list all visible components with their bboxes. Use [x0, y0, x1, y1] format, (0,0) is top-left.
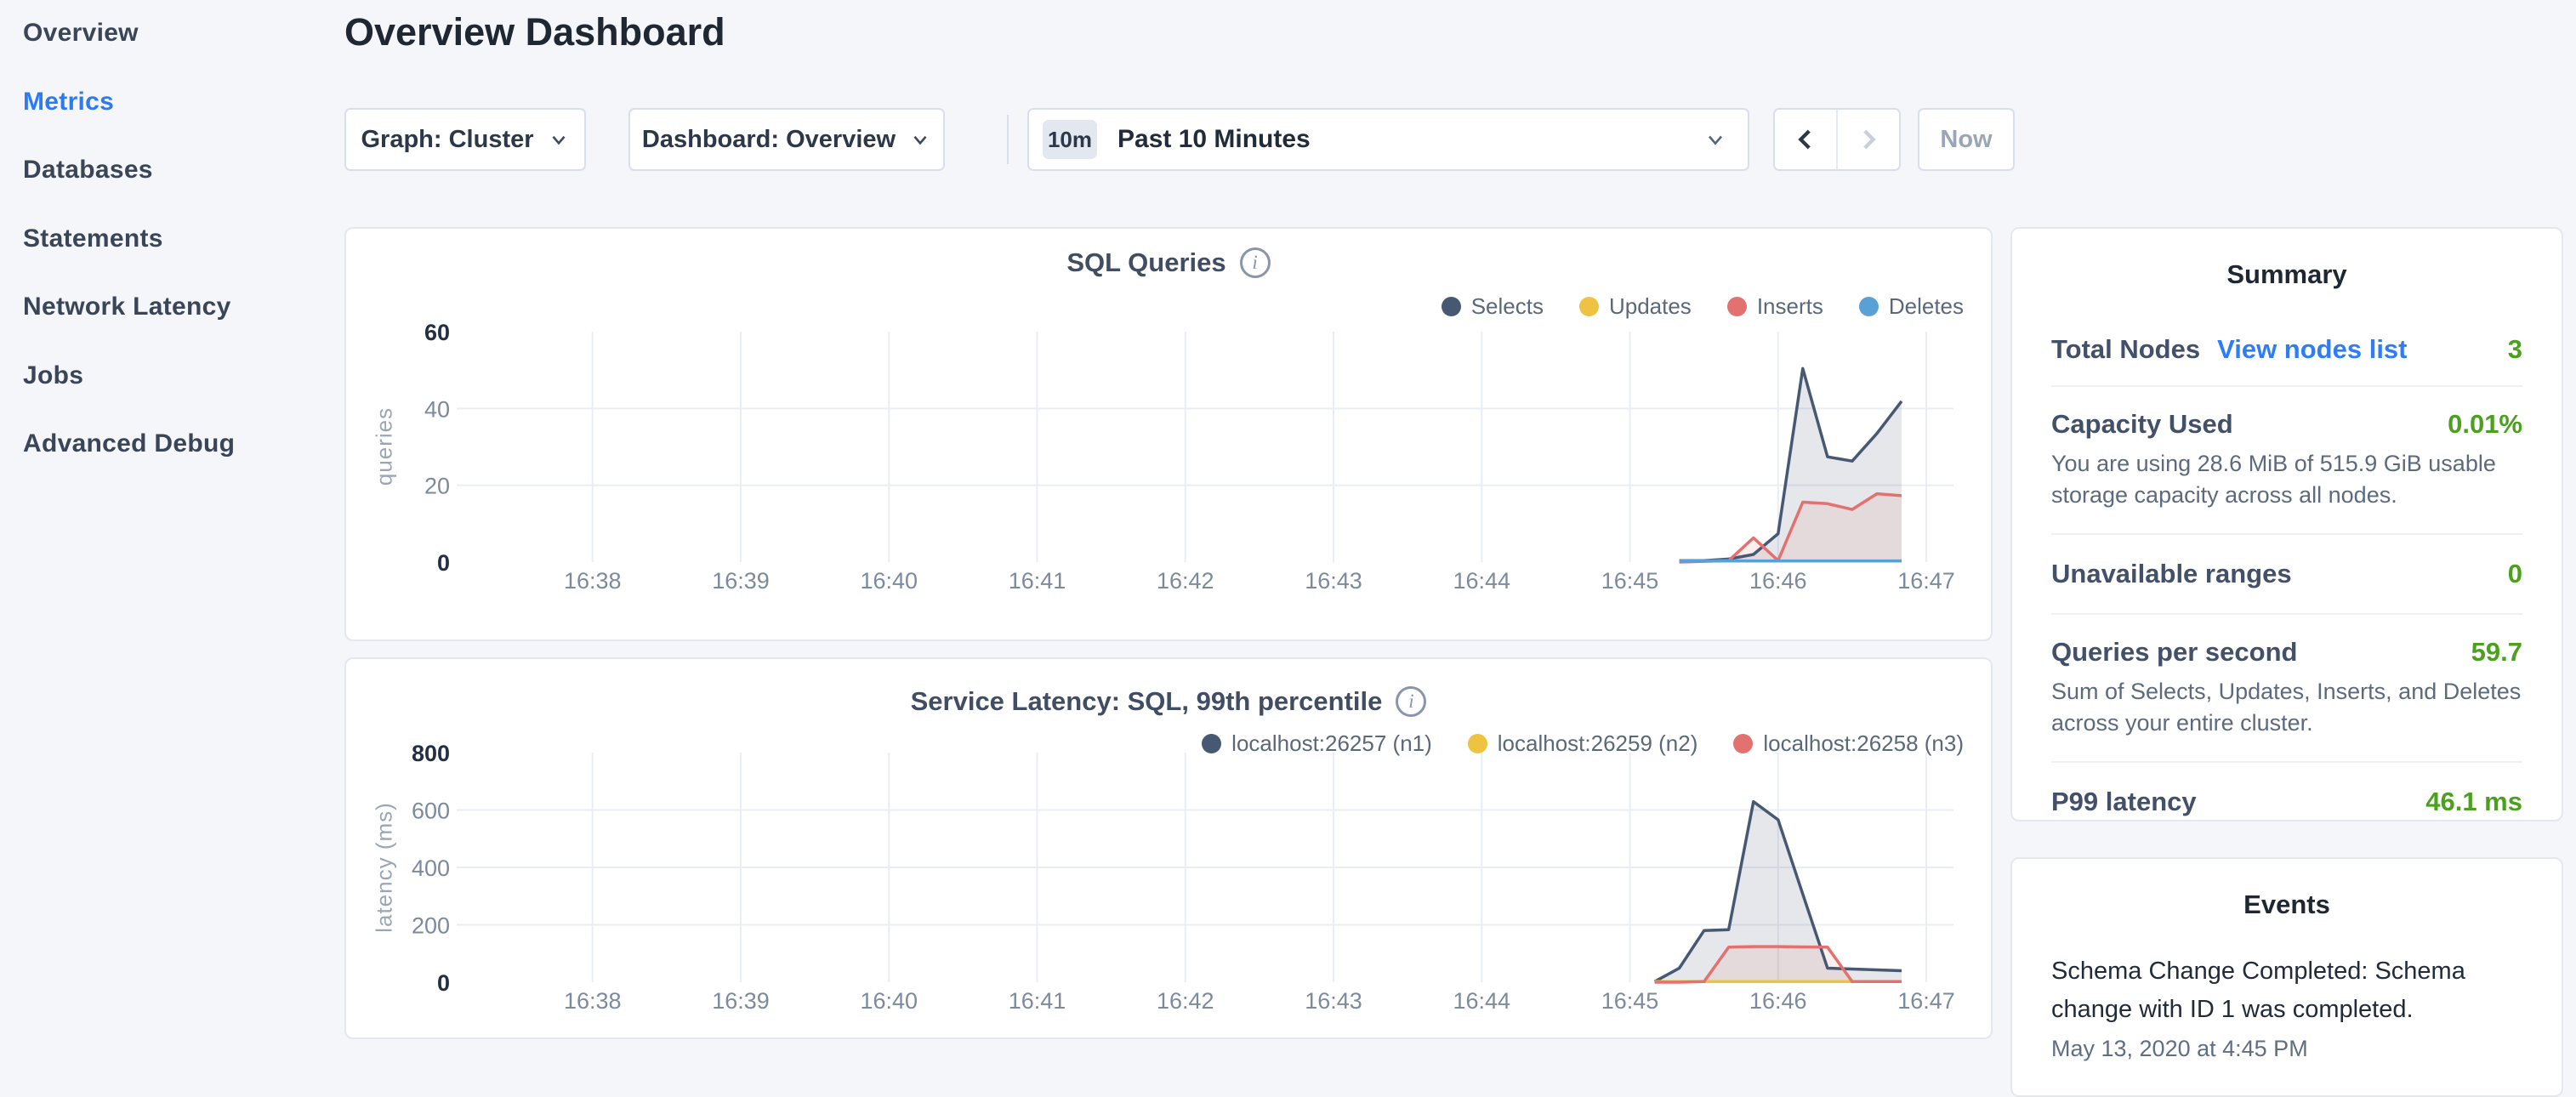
- x-axis-tick-label: 16:39: [712, 568, 770, 594]
- event-list-item[interactable]: Schema Change Completed: Schema change w…: [2051, 952, 2522, 1062]
- chevron-down-icon: [1703, 128, 1727, 151]
- x-axis-tick-label: 16:47: [1897, 568, 1955, 594]
- summary-row-p99-latency: P99 latency 46.1 ms: [2051, 763, 2522, 848]
- summary-panel: Summary Total Nodes View nodes list 3 Ca…: [2010, 227, 2563, 821]
- x-axis-tick-label: 16:43: [1305, 568, 1362, 594]
- queries-per-second-label: Queries per second: [2051, 637, 2297, 668]
- dashboard-dropdown[interactable]: Dashboard: Overview: [628, 108, 945, 171]
- x-axis-tick-label: 16:44: [1453, 568, 1510, 594]
- y-axis-tick-label: 400: [412, 855, 450, 881]
- y-axis-unit-label: latency (ms): [372, 802, 398, 933]
- summary-row-queries-per-second: Queries per second 59.7 Sum of Selects, …: [2051, 615, 2522, 763]
- x-axis-tick-label: 16:46: [1749, 988, 1807, 1014]
- unavailable-ranges-value: 0: [2508, 559, 2522, 589]
- y-axis-tick-label: 200: [412, 913, 450, 939]
- service-latency-chart-card: Service Latency: SQL, 99th percentile lo…: [344, 657, 1993, 1039]
- summary-heading: Summary: [2012, 229, 2562, 290]
- sidebar: Overview Metrics Databases Statements Ne…: [0, 0, 344, 1051]
- total-nodes-label: Total Nodes: [2051, 334, 2200, 365]
- capacity-used-description: You are using 28.6 MiB of 515.9 GiB usab…: [2051, 448, 2522, 511]
- y-axis-tick-label: 0: [437, 550, 450, 576]
- view-nodes-list-link[interactable]: View nodes list: [2217, 334, 2407, 365]
- summary-row-unavailable-ranges: Unavailable ranges 0: [2051, 535, 2522, 615]
- events-heading: Events: [2012, 859, 2562, 920]
- time-step-back-button[interactable]: [1775, 110, 1836, 169]
- sidebar-item-jobs[interactable]: Jobs: [23, 361, 83, 390]
- x-axis-tick-label: 16:45: [1601, 988, 1659, 1014]
- y-axis-unit-label: queries: [372, 407, 398, 486]
- x-axis-tick-label: 16:38: [564, 988, 622, 1014]
- dashboard-label: Dashboard: Overview: [642, 126, 896, 154]
- x-axis-tick-label: 16:41: [1009, 568, 1066, 594]
- sql-queries-chart-card: SQL Queries SelectsUpdatesInsertsDeletes…: [344, 227, 1993, 641]
- sidebar-item-metrics[interactable]: Metrics: [23, 88, 114, 117]
- total-nodes-value: 3: [2508, 334, 2522, 365]
- y-axis-tick-label: 800: [412, 741, 450, 766]
- y-axis-tick-label: 0: [437, 970, 450, 996]
- queries-per-second-value: 59.7: [2471, 637, 2522, 668]
- x-axis-tick-label: 16:46: [1749, 568, 1807, 594]
- summary-row-total-nodes: Total Nodes View nodes list 3: [2051, 324, 2522, 387]
- y-axis-tick-label: 40: [424, 396, 450, 422]
- x-axis-tick-label: 16:45: [1601, 568, 1659, 594]
- x-axis-tick-label: 16:41: [1009, 988, 1066, 1014]
- events-panel: Events Schema Change Completed: Schema c…: [2010, 857, 2563, 1097]
- sidebar-item-advanced-debug[interactable]: Advanced Debug: [23, 429, 235, 458]
- x-axis-tick-label: 16:39: [712, 988, 770, 1014]
- x-axis-tick-label: 16:42: [1157, 568, 1214, 594]
- sidebar-item-network-latency[interactable]: Network Latency: [23, 293, 231, 321]
- event-message: Schema Change Completed: Schema change w…: [2051, 952, 2522, 1029]
- sidebar-item-statements[interactable]: Statements: [23, 225, 163, 253]
- capacity-used-value: 0.01%: [2448, 409, 2522, 440]
- sidebar-item-overview[interactable]: Overview: [23, 19, 139, 48]
- time-step-buttons: [1773, 108, 1901, 171]
- time-step-forward-button[interactable]: [1836, 110, 1899, 169]
- summary-row-capacity: Capacity Used 0.01% You are using 28.6 M…: [2051, 387, 2522, 535]
- x-axis-tick-label: 16:47: [1897, 988, 1955, 1014]
- event-timestamp: May 13, 2020 at 4:45 PM: [2051, 1036, 2522, 1062]
- x-axis-tick-label: 16:43: [1305, 988, 1362, 1014]
- controls-divider: [1007, 115, 1009, 164]
- p99-latency-label: P99 latency: [2051, 787, 2197, 817]
- queries-per-second-description: Sum of Selects, Updates, Inserts, and De…: [2051, 676, 2522, 739]
- sidebar-item-databases[interactable]: Databases: [23, 156, 153, 185]
- capacity-used-label: Capacity Used: [2051, 409, 2233, 440]
- x-axis-tick-label: 16:44: [1453, 988, 1510, 1014]
- time-range-badge: 10m: [1043, 120, 1097, 159]
- chevron-down-icon: [909, 128, 931, 151]
- page-title: Overview Dashboard: [344, 10, 725, 54]
- x-axis-tick-label: 16:40: [860, 568, 918, 594]
- y-axis-tick-label: 60: [424, 320, 450, 345]
- x-axis-tick-label: 16:38: [564, 568, 622, 594]
- graph-scope-label: Graph: Cluster: [361, 126, 533, 154]
- time-range-dropdown[interactable]: 10m Past 10 Minutes: [1027, 108, 1749, 171]
- unavailable-ranges-label: Unavailable ranges: [2051, 559, 2292, 589]
- chevron-down-icon: [548, 128, 570, 151]
- p99-latency-value: 46.1 ms: [2425, 787, 2522, 817]
- service-latency-chart[interactable]: 16:38 16:39 16:40 16:41 16:42 16:43 16:44 16:45…: [346, 659, 1994, 1041]
- overview-dashboard-page: { "header": { "title": "Overview Dashboa…: [0, 0, 2576, 1051]
- sql-queries-chart[interactable]: 16:38 16:39 16:40 16:41 16:42 16:43 16:44 16:45…: [346, 229, 1994, 643]
- x-axis-tick-label: 16:42: [1157, 988, 1214, 1014]
- y-axis-tick-label: 600: [412, 799, 450, 824]
- x-axis-tick-label: 16:40: [860, 988, 918, 1014]
- time-range-label: Past 10 Minutes: [1117, 125, 1311, 154]
- graph-scope-dropdown[interactable]: Graph: Cluster: [344, 108, 586, 171]
- y-axis-tick-label: 20: [424, 474, 450, 499]
- now-button[interactable]: Now: [1918, 108, 2015, 171]
